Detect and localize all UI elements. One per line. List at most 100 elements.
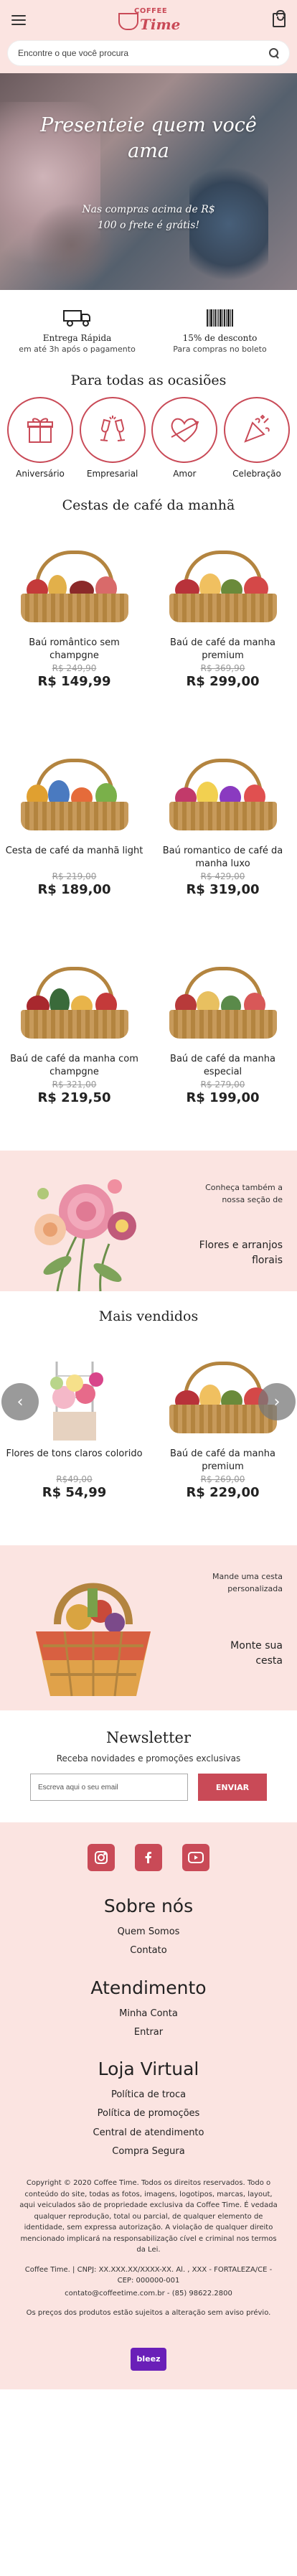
product-image	[14, 730, 136, 838]
occasion-aniversario[interactable]: Aniversário	[4, 397, 76, 479]
hero-banner[interactable]: Presenteie quem você ama Nas compras aci…	[0, 73, 297, 290]
product-image	[162, 522, 284, 629]
occasions-title: Para todas as ocasiões	[70, 373, 227, 388]
product-old-price: R$ 321,00	[52, 1079, 97, 1090]
product-card[interactable]: Baú romantico de café da manha luxo R$ 4…	[148, 730, 297, 938]
hero-title: Presenteie quem você ama	[40, 114, 257, 163]
product-card[interactable]: Baú de café da manha premium R$ 369,90 R…	[148, 522, 297, 730]
carousel-prev-button[interactable]: ‹	[1, 1383, 39, 1420]
contact-info: contato@coffeetime.com.br - (85) 98622.2…	[65, 2289, 232, 2298]
chevron-left-icon: ‹	[16, 1392, 24, 1411]
occasion-amor[interactable]: Amor	[148, 397, 220, 479]
logo[interactable]: COFFEE Time	[116, 4, 182, 36]
product-image	[162, 938, 284, 1046]
social-links	[14, 1844, 283, 1871]
youtube-icon[interactable]	[182, 1844, 209, 1871]
newsletter-title: Newsletter	[105, 1729, 192, 1746]
product-old-price: R$ 429,00	[200, 871, 245, 882]
search-input[interactable]	[18, 48, 269, 58]
product-image	[14, 522, 136, 629]
product-price: R$ 199,00	[186, 1090, 260, 1106]
occasions-list: Aniversário Empresarial Amor Celebração	[0, 397, 297, 492]
menu-icon[interactable]	[11, 15, 26, 25]
product-card[interactable]: Baú de café da manha premium R$ 269,00 R…	[148, 1333, 297, 1541]
footer-section-title: Sobre nós	[103, 1896, 194, 1916]
footer-section-about: Sobre nós Quem Somos Contato	[14, 1896, 283, 1957]
footer-link[interactable]: Minha Conta	[14, 2008, 283, 2020]
logo-bottom-text: Time	[140, 16, 181, 33]
feature-subtitle: em até 3h após o pagamento	[19, 345, 136, 354]
legal-text: Copyright © 2020 Coffee Time. Todos os d…	[14, 2178, 283, 2319]
flowers-banner-text: Conheça também a nossa seção de	[205, 1183, 283, 1204]
product-price: R$ 219,50	[37, 1090, 111, 1106]
footer-section-title: Atendimento	[90, 1977, 207, 1998]
product-old-price: R$ 279,00	[200, 1079, 245, 1090]
occasion-label: Amor	[173, 469, 197, 479]
footer-section-title: Loja Virtual	[98, 2059, 199, 2079]
product-card[interactable]: Flores de tons claros colorido R$49,00 R…	[0, 1333, 148, 1541]
newsletter-form: ENVIAR	[14, 1774, 283, 1801]
footer-link[interactable]: Compra Segura	[14, 2146, 283, 2158]
product-card[interactable]: Baú de café da manha com champgne R$ 321…	[0, 938, 148, 1146]
product-name: Baú romantico de café da manha luxo	[162, 846, 283, 870]
carousel-next-button[interactable]: ›	[258, 1383, 296, 1420]
subscribe-button[interactable]: ENVIAR	[198, 1774, 267, 1801]
gift-icon	[27, 418, 53, 443]
feature-title: Entrega Rápida	[42, 333, 112, 343]
heart-icon	[171, 418, 199, 443]
occasion-empresarial[interactable]: Empresarial	[77, 397, 148, 479]
footer-link[interactable]: Entrar	[14, 2027, 283, 2038]
custom-basket-banner[interactable]: Mande uma cesta personalizada Monte sua …	[0, 1545, 297, 1710]
search-bar	[0, 40, 297, 73]
product-price: R$ 319,00	[186, 882, 260, 898]
footer-link[interactable]: Política de promoções	[14, 2108, 283, 2120]
product-image	[14, 938, 136, 1046]
product-price: R$ 149,99	[37, 674, 111, 690]
bestsellers-title: Mais vendidos	[98, 1308, 199, 1324]
occasion-label: Aniversário	[16, 469, 65, 479]
features: Entrega Rápida em até 3h após o pagament…	[0, 290, 297, 367]
barcode-icon	[207, 309, 233, 327]
footer-link[interactable]: Central de atendimento	[14, 2127, 283, 2139]
product-price: R$ 54,99	[42, 1485, 107, 1500]
top-bar: COFFEE Time	[0, 0, 297, 40]
product-card[interactable]: Baú romântico sem champgne R$ 249,90 R$ …	[0, 522, 148, 730]
product-name: Baú de café da manha premium	[170, 637, 275, 662]
custom-banner-text: Mande uma cesta personalizada	[212, 1572, 283, 1593]
search-box	[7, 40, 290, 66]
search-icon[interactable]	[269, 48, 279, 58]
footer-link[interactable]: Contato	[14, 1945, 283, 1957]
product-price: R$ 229,00	[186, 1485, 260, 1501]
product-name: Cesta de café da manhã light	[5, 846, 143, 856]
feature-delivery: Entrega Rápida em até 3h após o pagament…	[6, 306, 148, 354]
footer-link[interactable]: Quem Somos	[14, 1926, 283, 1938]
feature-title: 15% de desconto	[182, 333, 258, 343]
newsletter: Newsletter Receba novidades e promoções …	[0, 1710, 297, 1822]
product-name: Baú de café da manha especial	[170, 1054, 275, 1078]
product-card[interactable]: Baú de café da manha especial R$ 279,00 …	[148, 938, 297, 1146]
flowers-illustration	[34, 1179, 136, 1291]
instagram-icon[interactable]	[88, 1844, 115, 1871]
company-info: Coffee Time. | CNPJ: XX.XXX.XX/XXXX-XX. …	[24, 2265, 273, 2285]
product-name: Baú de café da manha premium	[170, 1448, 275, 1473]
custom-banner-link[interactable]: Monte sua cesta	[225, 1639, 283, 1669]
flowers-banner[interactable]: Conheça também a nossa seção de Flores e…	[0, 1151, 297, 1291]
product-image	[162, 730, 284, 838]
cup-icon	[118, 13, 138, 30]
basket-illustration	[36, 1583, 151, 1697]
product-card[interactable]: Cesta de café da manhã light R$ 219,00 R…	[0, 730, 148, 938]
facebook-icon[interactable]	[135, 1844, 162, 1871]
bleez-badge[interactable]: bleez	[131, 2347, 166, 2371]
shopping-bag-icon[interactable]	[273, 10, 286, 27]
flowers-banner-link[interactable]: Flores e arranjos florais	[189, 1238, 283, 1268]
breakfast-title: Cestas de café da manhã	[62, 497, 235, 513]
occasion-celebracao[interactable]: Celebração	[221, 397, 293, 479]
product-grid: Baú romântico sem champgne R$ 249,90 R$ …	[0, 522, 297, 1146]
price-disclaimer: Os preços dos produtos estão sujeitos a …	[26, 2309, 271, 2317]
email-field[interactable]	[30, 1774, 188, 1801]
footer-link[interactable]: Política de troca	[14, 2089, 283, 2101]
party-icon	[244, 414, 270, 443]
newsletter-subtitle: Receba novidades e promoções exclusivas	[56, 1753, 241, 1764]
product-old-price: R$ 369,90	[200, 663, 245, 674]
occasion-label: Celebração	[232, 469, 281, 479]
